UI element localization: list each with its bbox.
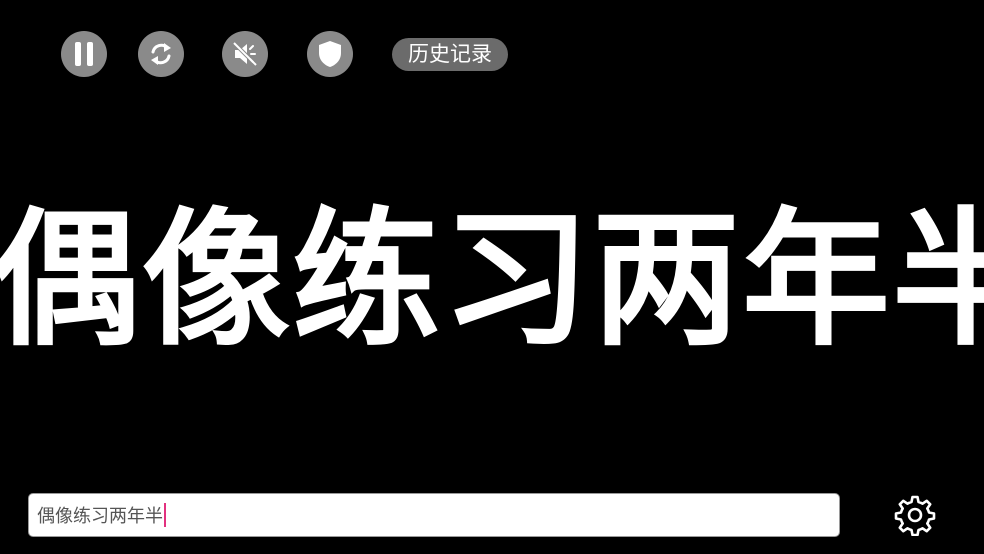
history-button[interactable]: 历史记录 bbox=[392, 38, 508, 71]
text-input[interactable]: 偶像练习两年半 bbox=[28, 493, 840, 537]
marquee-display: 偶像练习两年半 bbox=[0, 180, 984, 380]
settings-button[interactable] bbox=[893, 493, 937, 537]
pause-button[interactable] bbox=[61, 31, 107, 77]
shield-button[interactable] bbox=[307, 31, 353, 77]
mute-button[interactable] bbox=[222, 31, 268, 77]
pause-icon bbox=[75, 42, 93, 66]
marquee-text: 偶像练习两年半 bbox=[0, 194, 984, 366]
repeat-icon bbox=[151, 43, 171, 65]
shield-icon bbox=[319, 41, 341, 67]
repeat-button[interactable] bbox=[138, 31, 184, 77]
history-button-label: 历史记录 bbox=[408, 42, 492, 66]
text-input-value: 偶像练习两年半 bbox=[37, 506, 163, 527]
mute-icon bbox=[232, 41, 258, 67]
text-caret bbox=[164, 503, 166, 527]
gear-icon bbox=[894, 495, 936, 536]
app-screen: 历史记录 偶像练习两年半 偶像练习两年半 bbox=[0, 0, 984, 554]
